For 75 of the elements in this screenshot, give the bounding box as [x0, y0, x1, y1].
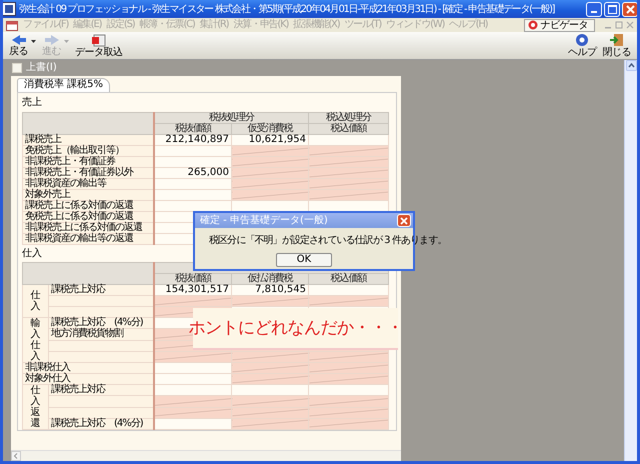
row-label: 非課税売上に係る対価の返還	[22, 222, 154, 234]
back-button[interactable]: 戻る	[6, 34, 31, 58]
row-label: 課税売上対応	[51, 384, 105, 396]
table-cell[interactable]	[308, 284, 389, 296]
target-icon	[528, 20, 538, 30]
row-label: 課税売上に係る対価の返還	[22, 200, 154, 212]
group-label-text: 輸入仕入	[30, 318, 40, 362]
horizontal-scrollbar[interactable]	[11, 450, 401, 461]
maximize-button[interactable]	[604, 2, 620, 16]
scroll-left-icon[interactable]	[11, 451, 21, 461]
close-icon	[626, 4, 634, 14]
row-label: 課税売上対応 (4%分)	[51, 317, 143, 328]
close-icon	[400, 216, 408, 224]
scroll-up-icon[interactable]	[626, 60, 636, 71]
row-label: 非課税資産の輸出等	[22, 178, 154, 190]
table-cell[interactable]: 154,301,517	[154, 284, 232, 296]
row-label: 課税売上対応 (4%分)	[51, 418, 143, 429]
row-label: 免税売上（輸出取引等）	[22, 146, 154, 156]
group-label-text: 仕入返還	[30, 385, 40, 429]
row-label: 課税売上	[22, 134, 154, 146]
close-button[interactable]	[622, 2, 637, 16]
window-title: 弥生会計 09 プロフェッショナル - 弥生マイスター 株式会社・第5期(平成20年04月01日-平成21年03月31日) - [確定 - 申告基礎データ(一般)]	[19, 2, 556, 16]
row-label: 課税売上対応	[51, 284, 105, 295]
column-header: 税抜価額	[154, 124, 232, 134]
row-label: 非課税資産の輸出等の返還	[22, 234, 154, 244]
table-cell[interactable]: 212,140,897	[154, 134, 232, 146]
import-button[interactable]: データ取込	[72, 32, 126, 58]
close-window-button[interactable]: 閉じる	[600, 32, 634, 58]
table-cell[interactable]: 265,000	[154, 168, 232, 178]
table-cell[interactable]	[232, 384, 308, 396]
window-controls-icon	[604, 21, 634, 29]
column-group-header: 税抜処理分	[154, 112, 308, 124]
column-group-header: 税込処理分	[308, 112, 388, 124]
calendar-icon	[6, 20, 18, 30]
vertical-scrollbar[interactable]	[624, 60, 637, 461]
column-header: 税込価額	[308, 124, 388, 134]
column-header: 税抜価額	[154, 274, 232, 284]
row-label: 非課税売上・有価証券以外	[22, 168, 154, 178]
tax-rate-tab[interactable]: 消費税率 課税5%	[17, 78, 110, 92]
minimize-icon	[591, 10, 597, 12]
dialog-title: 確定 - 申告基礎データ(一般)	[200, 214, 328, 226]
ok-button[interactable]: OK	[276, 253, 332, 267]
help-icon	[575, 32, 590, 46]
section-label: 仕入	[22, 248, 42, 260]
exit-door-icon	[608, 32, 625, 46]
left-arrow-icon	[10, 34, 26, 46]
table-cell[interactable]	[308, 384, 389, 396]
maximize-icon	[608, 4, 616, 14]
table-cell[interactable]	[232, 200, 308, 212]
table-cell[interactable]	[308, 134, 388, 146]
import-icon	[90, 32, 107, 46]
column-header: 税込価額	[308, 274, 389, 284]
row-label: 対象外仕入	[22, 374, 154, 384]
navigator-button[interactable]: ナビゲータ	[524, 18, 595, 32]
group-label-text: 仕入	[30, 290, 40, 312]
table-cell[interactable]: 10,621,954	[232, 134, 308, 146]
dialog-close-button[interactable]	[397, 214, 411, 227]
row-label: 対象外売上	[22, 190, 154, 200]
row-label: 免税売上に係る対価の返還	[22, 212, 154, 222]
row-label: 非課税売上・有価証券	[22, 156, 154, 168]
row-label: 非課税仕入	[22, 362, 154, 374]
row-label: 地方消費税貨物割	[51, 328, 123, 340]
overwrite-checkbox[interactable]	[12, 63, 22, 73]
column-header: 仮払消費税	[232, 274, 308, 284]
help-button[interactable]: ヘルプ	[565, 32, 600, 58]
dropdown-caret-icon[interactable]	[31, 40, 36, 43]
dialog-message: 税区分に「不明」が設定されている仕訳が 3 件あります。	[209, 235, 447, 247]
section-label: 売上	[22, 96, 42, 108]
column-header: 仮受消費税	[232, 124, 308, 134]
app-logo-icon	[3, 2, 16, 16]
table-cell[interactable]	[308, 200, 388, 212]
table-cell[interactable]: 7,810,545	[232, 284, 308, 296]
right-arrow-icon	[44, 34, 60, 46]
overwrite-label: 上書(I)	[26, 62, 57, 74]
minimize-button[interactable]	[586, 2, 602, 16]
